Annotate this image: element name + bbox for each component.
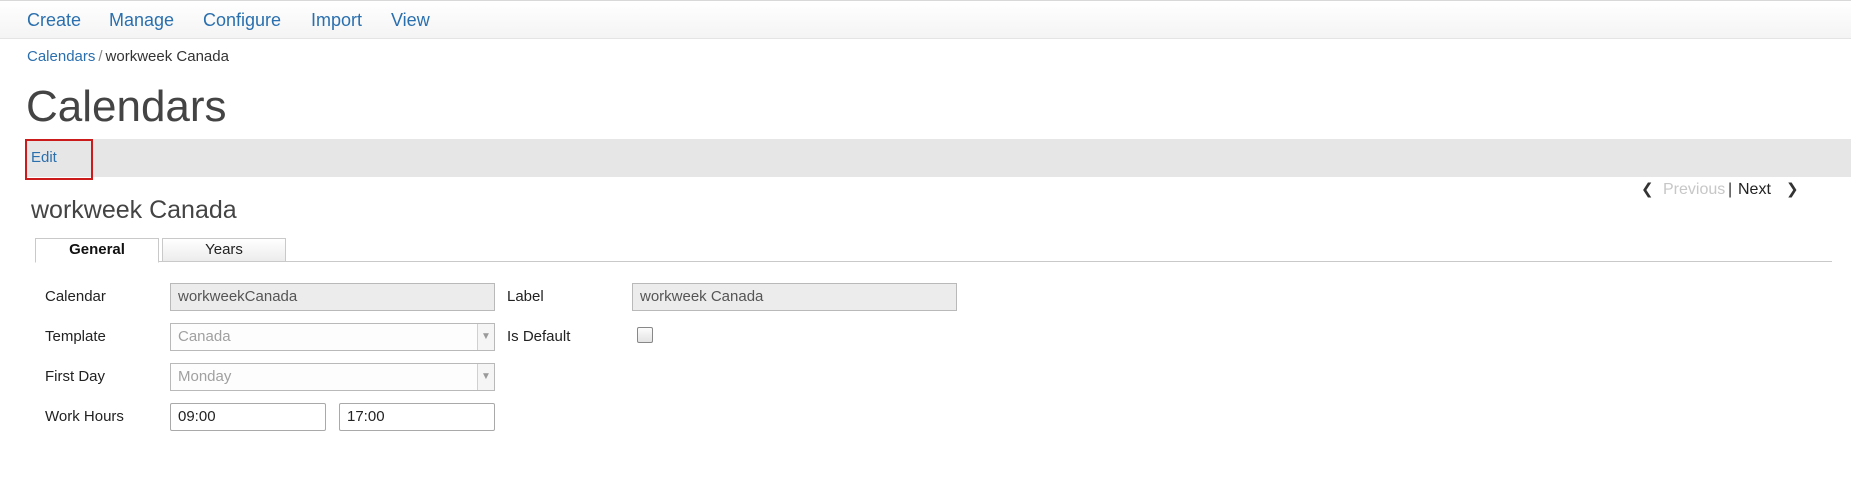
edit-button[interactable]: Edit: [31, 149, 57, 166]
work-hours-end-input[interactable]: 17:00: [339, 403, 495, 431]
chevron-down-icon[interactable]: ▼: [477, 324, 494, 350]
work-hours-label: Work Hours: [45, 408, 124, 425]
is-default-label: Is Default: [507, 328, 571, 345]
chevron-left-icon[interactable]: ❮: [1641, 180, 1654, 198]
first-day-label: First Day: [45, 368, 105, 385]
next-link[interactable]: Next: [1738, 181, 1771, 199]
menu-view[interactable]: View: [391, 10, 430, 31]
previous-link: Previous: [1663, 181, 1726, 198]
menu-configure[interactable]: Configure: [203, 10, 281, 31]
breadcrumb-separator: /: [98, 48, 103, 65]
menu-manage[interactable]: Manage: [109, 10, 174, 31]
breadcrumb: Calendars / workweek Canada: [27, 48, 229, 65]
first-day-select-value: Monday: [178, 368, 232, 385]
calendar-field[interactable]: workweekCanada: [170, 283, 495, 311]
breadcrumb-calendars-link[interactable]: Calendars: [27, 48, 95, 65]
template-select-value: Canada: [178, 328, 231, 345]
pager-separator: |: [1728, 181, 1733, 198]
tab-general[interactable]: General: [35, 238, 159, 263]
tabs-baseline: [35, 261, 1832, 262]
record-title: workweek Canada: [31, 196, 237, 224]
is-default-checkbox[interactable]: [637, 327, 653, 343]
tab-years[interactable]: Years: [162, 238, 286, 262]
action-bar: [25, 139, 1851, 177]
template-select[interactable]: Canada ▼: [170, 323, 495, 351]
label-label: Label: [507, 288, 544, 305]
breadcrumb-current: workweek Canada: [105, 48, 229, 65]
first-day-select[interactable]: Monday ▼: [170, 363, 495, 391]
template-label: Template: [45, 328, 106, 345]
chevron-down-icon[interactable]: ▼: [477, 364, 494, 390]
menu-import[interactable]: Import: [311, 10, 362, 31]
chevron-right-icon[interactable]: ❯: [1786, 180, 1799, 198]
page-title: Calendars: [26, 82, 227, 131]
calendar-label: Calendar: [45, 288, 106, 305]
menu-create[interactable]: Create: [27, 10, 81, 31]
label-field[interactable]: workweek Canada: [632, 283, 957, 311]
top-nav-bar: Create Manage Configure Import View: [0, 0, 1851, 39]
work-hours-start-input[interactable]: 09:00: [170, 403, 326, 431]
